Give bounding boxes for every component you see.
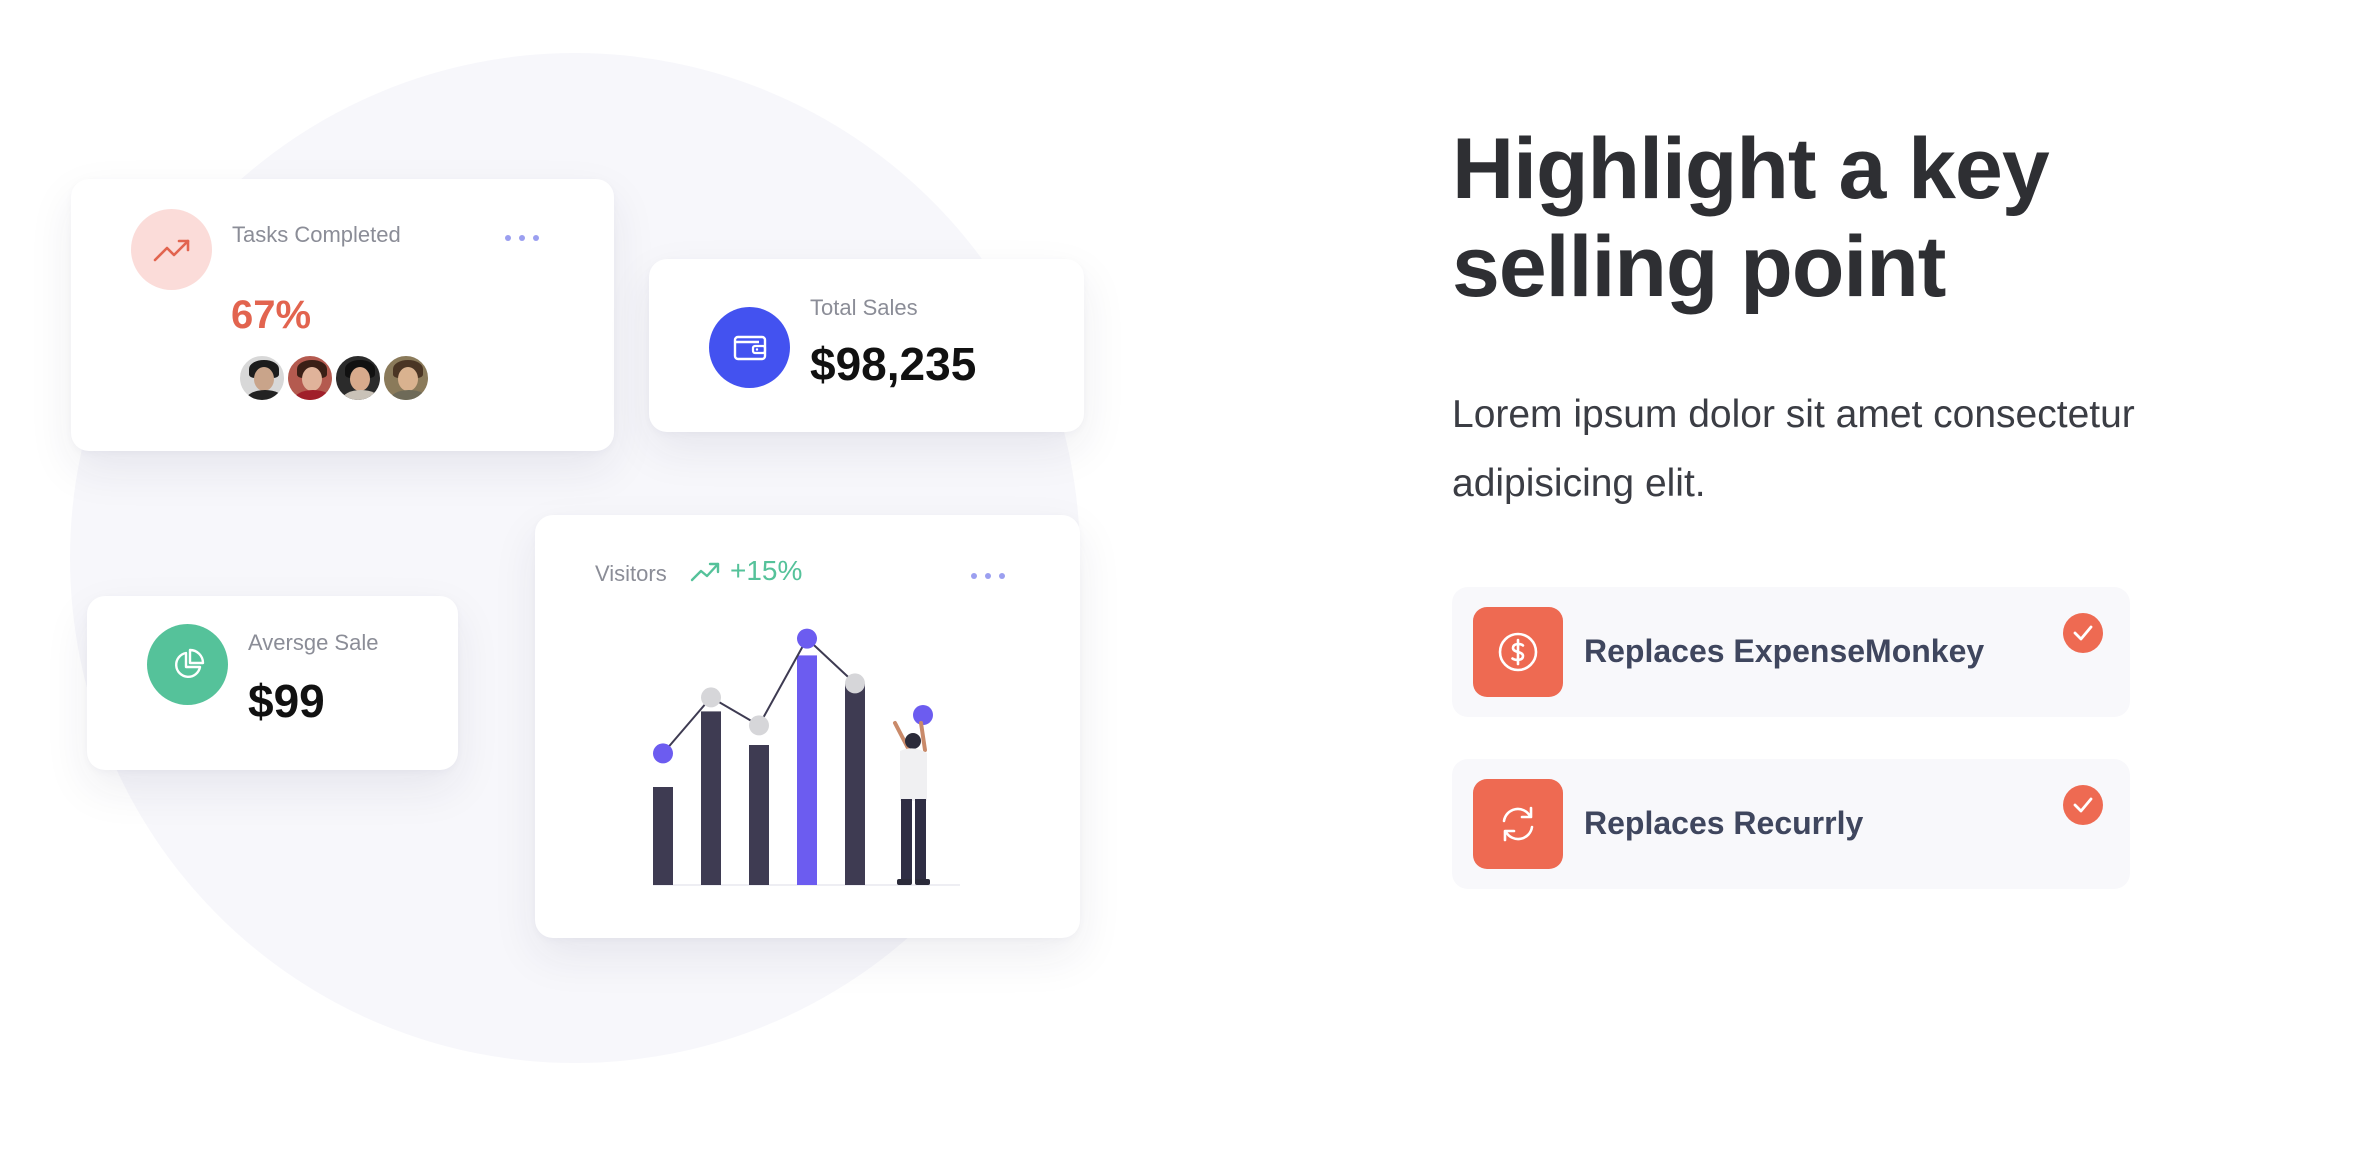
person-shoe [897,879,912,885]
chart-ball [913,705,933,725]
chart-bar [653,787,673,885]
chart-line [662,636,856,755]
feature-item-recurrly[interactable]: Replaces Recurrly [1452,759,2130,889]
tasks-label: Tasks Completed [232,222,401,247]
feature-label: Replaces ExpenseMonkey [1584,633,1985,669]
trending-up-icon [690,562,720,582]
person-shirt [900,748,927,801]
chart-point [749,715,769,736]
trending-up-icon [131,209,212,290]
person-head [905,733,921,749]
total-sales-card: Total Sales $98,235 [649,259,1084,432]
avatar [285,353,335,403]
headline: Highlight a key selling point [1452,121,2050,315]
avatar [333,353,383,403]
person-shoe [915,879,930,885]
check-icon [2063,613,2103,653]
visitors-change: +15% [730,555,803,586]
tasks-completed-card: Tasks Completed 67% [71,179,614,451]
avatar-group [237,353,431,403]
feature-label: Replaces Recurrly [1584,805,1864,841]
avatar [381,353,431,403]
chart-point [653,743,673,764]
tasks-value: 67% [231,293,312,337]
average-sale-label: Aversge Sale [248,630,379,655]
total-sales-value: $98,235 [810,338,977,390]
wallet-icon [709,307,790,388]
check-icon [2063,785,2103,825]
visitors-label: Visitors [595,561,667,586]
person-leg [901,799,912,881]
chart-bar [749,745,769,885]
refresh-icon [1473,779,1563,869]
person-leg [915,799,926,881]
feature-item-expensemonkey[interactable]: Replaces ExpenseMonkey [1452,587,2130,717]
chart-point [701,687,721,708]
person-arm [919,721,927,752]
more-dots-icon[interactable] [505,235,539,241]
chart-point [797,628,817,649]
total-sales-label: Total Sales [810,295,918,320]
average-sale-card: Aversge Sale $99 [87,596,458,770]
chart-bar [701,711,721,885]
body-text: Lorem ipsum dolor sit amet consectetur a… [1452,393,2135,505]
visitors-card: Visitors +15% [535,515,1080,938]
chart-point [845,673,865,694]
average-sale-value: $99 [248,675,325,727]
avatar [237,353,287,403]
pie-chart-icon [147,624,228,705]
more-dots-icon[interactable] [971,573,1005,579]
chart-bar [845,683,865,885]
chart-bar [797,655,817,885]
dollar-circle-icon [1473,607,1563,697]
